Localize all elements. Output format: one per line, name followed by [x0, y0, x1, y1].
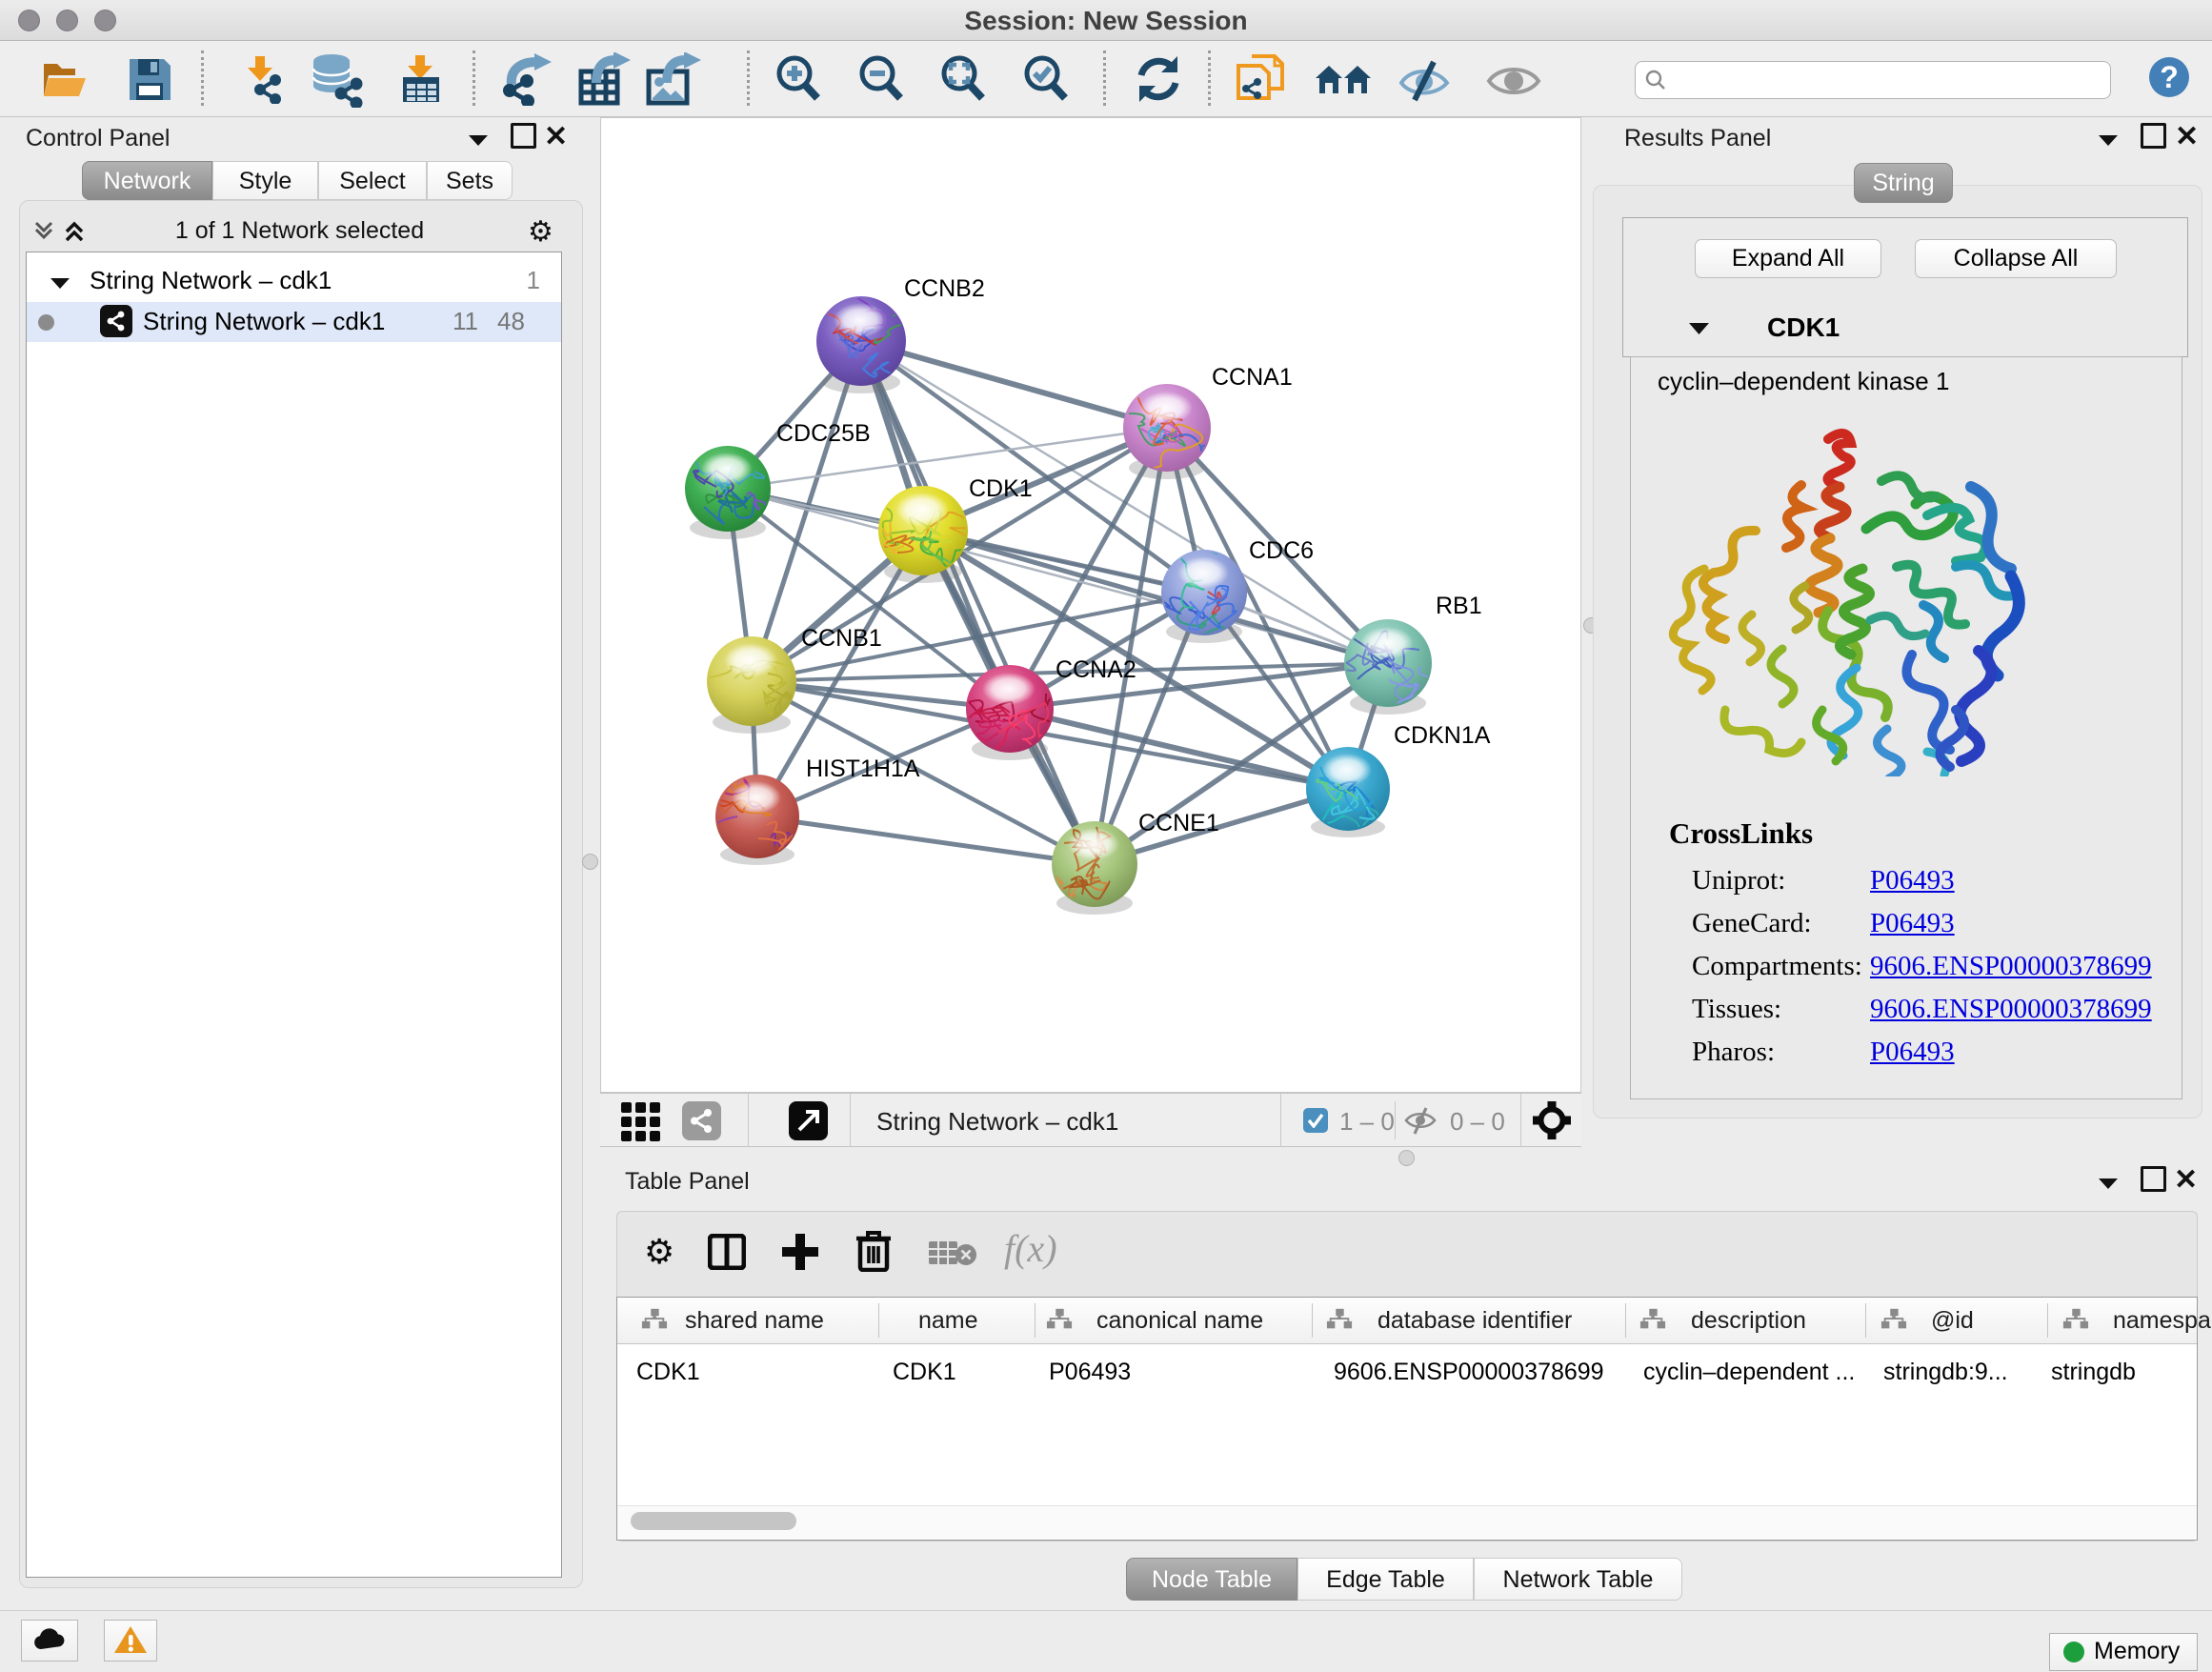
svg-text:CDC25B: CDC25B — [776, 420, 871, 447]
svg-text:CDK1: CDK1 — [969, 475, 1033, 502]
svg-text:RB1: RB1 — [1436, 593, 1482, 619]
svg-text:CDKN1A: CDKN1A — [1394, 722, 1491, 749]
svg-text:CCNB2: CCNB2 — [904, 275, 985, 302]
svg-text:CCNE1: CCNE1 — [1138, 810, 1219, 836]
svg-text:HIST1H1A: HIST1H1A — [806, 755, 920, 782]
svg-text:CCNA2: CCNA2 — [1056, 656, 1136, 683]
svg-text:CCNB1: CCNB1 — [801, 625, 882, 652]
svg-text:CCNA1: CCNA1 — [1212, 364, 1293, 391]
svg-text:CDC6: CDC6 — [1249, 537, 1314, 564]
